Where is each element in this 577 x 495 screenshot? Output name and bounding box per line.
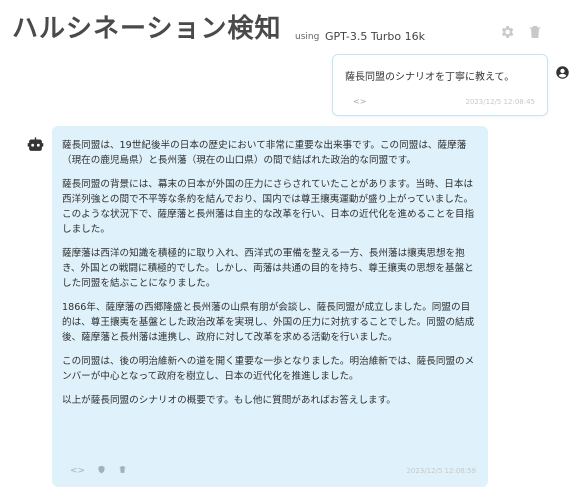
using-label: using xyxy=(295,32,320,42)
user-message-timestamp: 2023/12/5 12:08:45 xyxy=(465,98,535,106)
trash-icon[interactable] xyxy=(527,24,543,40)
bot-avatar-icon xyxy=(27,137,44,152)
assistant-paragraph: 1866年、薩摩藩の西郷隆盛と長州藩の山県有朋が会談し、薩長同盟が成立しました。… xyxy=(62,302,475,343)
user-message-text: 薩長同盟のシナリオを丁寧に教えて。 xyxy=(345,72,515,83)
assistant-paragraph: 薩長同盟の背景には、幕末の日本が外国の圧力にさらされていたことがあります。当時、… xyxy=(62,179,475,235)
assistant-paragraph: 以上が薩長同盟のシナリオの概要です。もし他に質問があればお答えします。 xyxy=(62,395,396,406)
assistant-message-bubble: 薩長同盟は、19世紀後半の日本の歴史において非常に重要な出来事です。この同盟は、… xyxy=(52,126,488,487)
assistant-paragraph: 薩長同盟は、19世紀後半の日本の歴史において非常に重要な出来事です。この同盟は、… xyxy=(62,140,467,166)
user-message-bubble: 薩長同盟のシナリオを丁寧に教えて。 <> 2023/12/5 12:08:45 xyxy=(332,54,548,116)
code-icon[interactable]: <> xyxy=(70,466,85,476)
gear-icon[interactable] xyxy=(499,24,515,40)
assistant-paragraph: 薩摩藩は西洋の知識を積極的に取り入れ、西洋式の軍備を整える一方、長州藩は攘夷思想… xyxy=(62,248,474,289)
shield-icon[interactable] xyxy=(97,465,106,477)
user-avatar-icon xyxy=(555,65,570,80)
page-title: ハルシネーション検知 xyxy=(12,14,282,44)
code-icon[interactable]: <> xyxy=(353,97,366,106)
trash-icon[interactable] xyxy=(118,465,127,477)
model-name: GPT-3.5 Turbo 16k xyxy=(325,30,425,43)
assistant-message-timestamp: 2023/12/5 12:08:59 xyxy=(406,467,476,475)
assistant-paragraph: この同盟は、後の明治維新への道を開く重要な一歩となりました。明治維新では、薩長同… xyxy=(62,356,475,382)
header: ハルシネーション検知 using GPT-3.5 Turbo 16k xyxy=(12,8,567,48)
assistant-message-footer: <> xyxy=(70,465,127,477)
